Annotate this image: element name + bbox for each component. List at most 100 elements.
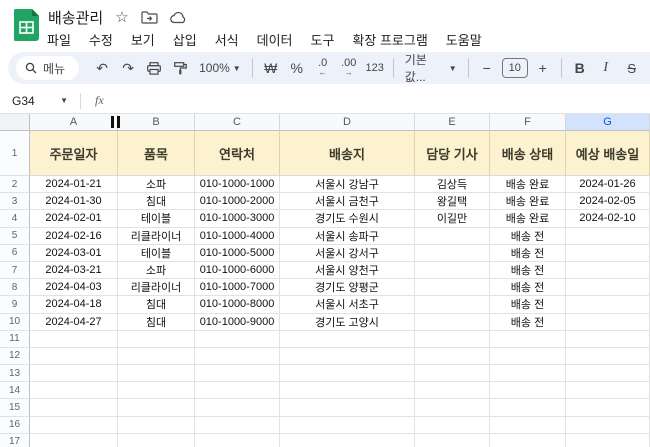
cell-B12[interactable]: [118, 347, 195, 366]
cell-E4[interactable]: 이길만: [415, 210, 490, 228]
strikethrough-button[interactable]: S: [619, 55, 645, 81]
cell-F9[interactable]: 배송 전: [490, 296, 566, 314]
cell-B5[interactable]: 리클라이너: [118, 227, 195, 245]
cell-F10[interactable]: 배송 전: [490, 313, 566, 331]
cell-G10[interactable]: [566, 313, 650, 331]
cell-D3[interactable]: 서울시 금천구: [280, 193, 415, 211]
column-header-A[interactable]: A: [30, 114, 118, 131]
cell-E9[interactable]: [415, 296, 490, 314]
cell-B8[interactable]: 리클라이너: [118, 279, 195, 297]
cell-A6[interactable]: 2024-03-01: [30, 244, 118, 262]
cell-F14[interactable]: [490, 382, 566, 400]
cell-E7[interactable]: [415, 261, 490, 280]
print-button[interactable]: [141, 55, 167, 81]
cell-G15[interactable]: [566, 399, 650, 417]
cell-G17[interactable]: [566, 433, 650, 447]
menu-item-4[interactable]: 삽입: [164, 28, 206, 51]
cell-B6[interactable]: 테이블: [118, 244, 195, 262]
cell-A12[interactable]: [30, 347, 118, 366]
menu-item-2[interactable]: 수정: [80, 28, 122, 51]
cell-E6[interactable]: [415, 244, 490, 262]
cell-C7[interactable]: 010-1000-6000: [195, 261, 280, 280]
decrease-decimal-button[interactable]: .0 ←: [310, 55, 336, 81]
row-header-4[interactable]: 4: [0, 210, 30, 228]
row-header-6[interactable]: 6: [0, 244, 30, 262]
star-icon[interactable]: ☆: [115, 9, 128, 26]
cell-D6[interactable]: 서울시 강서구: [280, 244, 415, 262]
font-size-decrease-button[interactable]: −: [474, 55, 500, 81]
cell-E2[interactable]: 김상득: [415, 176, 490, 194]
cell-C3[interactable]: 010-1000-2000: [195, 193, 280, 211]
cell-F2[interactable]: 배송 완료: [490, 176, 566, 194]
column-header-D[interactable]: D: [280, 114, 415, 131]
font-family-select[interactable]: 기본값... ▼: [399, 51, 463, 85]
search-menus-button[interactable]: 메뉴: [16, 56, 80, 80]
cell-A11[interactable]: [30, 330, 118, 348]
cell-F16[interactable]: [490, 416, 566, 434]
cell-C2[interactable]: 010-1000-1000: [195, 176, 280, 194]
cell-B4[interactable]: 테이블: [118, 210, 195, 228]
cell-A16[interactable]: [30, 416, 118, 434]
row-header-2[interactable]: 2: [0, 176, 30, 194]
cell-C10[interactable]: 010-1000-9000: [195, 313, 280, 331]
cell-G11[interactable]: [566, 330, 650, 348]
cell-D13[interactable]: [280, 365, 415, 383]
cell-B10[interactable]: 침대: [118, 313, 195, 331]
cell-C17[interactable]: [195, 433, 280, 447]
cell-G7[interactable]: [566, 261, 650, 280]
cell-G5[interactable]: [566, 227, 650, 245]
cell-C8[interactable]: 010-1000-7000: [195, 279, 280, 297]
cell-D2[interactable]: 서울시 강남구: [280, 176, 415, 194]
sheets-logo-icon[interactable]: [14, 9, 39, 41]
cell-F17[interactable]: [490, 433, 566, 447]
row-header-1[interactable]: 1: [0, 131, 30, 176]
cell-F1[interactable]: 배송 상태: [490, 131, 566, 176]
cell-F3[interactable]: 배송 완료: [490, 193, 566, 211]
cell-C6[interactable]: 010-1000-5000: [195, 244, 280, 262]
cell-E14[interactable]: [415, 382, 490, 400]
cell-E16[interactable]: [415, 416, 490, 434]
cell-D17[interactable]: [280, 433, 415, 447]
italic-button[interactable]: I: [593, 55, 619, 81]
cell-C4[interactable]: 010-1000-3000: [195, 210, 280, 228]
cell-F6[interactable]: 배송 전: [490, 244, 566, 262]
cell-B11[interactable]: [118, 330, 195, 348]
row-header-5[interactable]: 5: [0, 227, 30, 245]
undo-button[interactable]: ↶: [89, 55, 115, 81]
cell-C12[interactable]: [195, 347, 280, 366]
menu-item-6[interactable]: 데이터: [248, 28, 302, 51]
column-header-G[interactable]: G: [566, 114, 650, 131]
cell-B9[interactable]: 침대: [118, 296, 195, 314]
cell-B1[interactable]: 품목: [118, 131, 195, 176]
cell-F8[interactable]: 배송 전: [490, 279, 566, 297]
bold-button[interactable]: B: [567, 55, 593, 81]
cell-A5[interactable]: 2024-02-16: [30, 227, 118, 245]
cell-D16[interactable]: [280, 416, 415, 434]
cell-D9[interactable]: 서울시 서초구: [280, 296, 415, 314]
row-header-17[interactable]: 17: [0, 433, 30, 447]
cell-A4[interactable]: 2024-02-01: [30, 210, 118, 228]
row-header-8[interactable]: 8: [0, 279, 30, 297]
cell-D5[interactable]: 서울시 송파구: [280, 227, 415, 245]
cell-D8[interactable]: 경기도 양평군: [280, 279, 415, 297]
cell-A7[interactable]: 2024-03-21: [30, 261, 118, 280]
increase-decimal-button[interactable]: .00 →: [336, 55, 362, 81]
cell-C1[interactable]: 연락처: [195, 131, 280, 176]
cell-A3[interactable]: 2024-01-30: [30, 193, 118, 211]
cell-B16[interactable]: [118, 416, 195, 434]
cell-D11[interactable]: [280, 330, 415, 348]
menu-item-7[interactable]: 도구: [302, 28, 344, 51]
cell-A15[interactable]: [30, 399, 118, 417]
menu-item-9[interactable]: 도움말: [437, 28, 491, 51]
cell-F7[interactable]: 배송 전: [490, 261, 566, 280]
column-header-E[interactable]: E: [415, 114, 490, 131]
row-header-9[interactable]: 9: [0, 296, 30, 314]
column-resize-indicator[interactable]: [111, 116, 120, 128]
cell-G8[interactable]: [566, 279, 650, 297]
cell-D7[interactable]: 서울시 양천구: [280, 261, 415, 280]
row-header-10[interactable]: 10: [0, 313, 30, 331]
cell-E11[interactable]: [415, 330, 490, 348]
column-header-F[interactable]: F: [490, 114, 566, 131]
cell-C9[interactable]: 010-1000-8000: [195, 296, 280, 314]
cell-B2[interactable]: 소파: [118, 176, 195, 194]
